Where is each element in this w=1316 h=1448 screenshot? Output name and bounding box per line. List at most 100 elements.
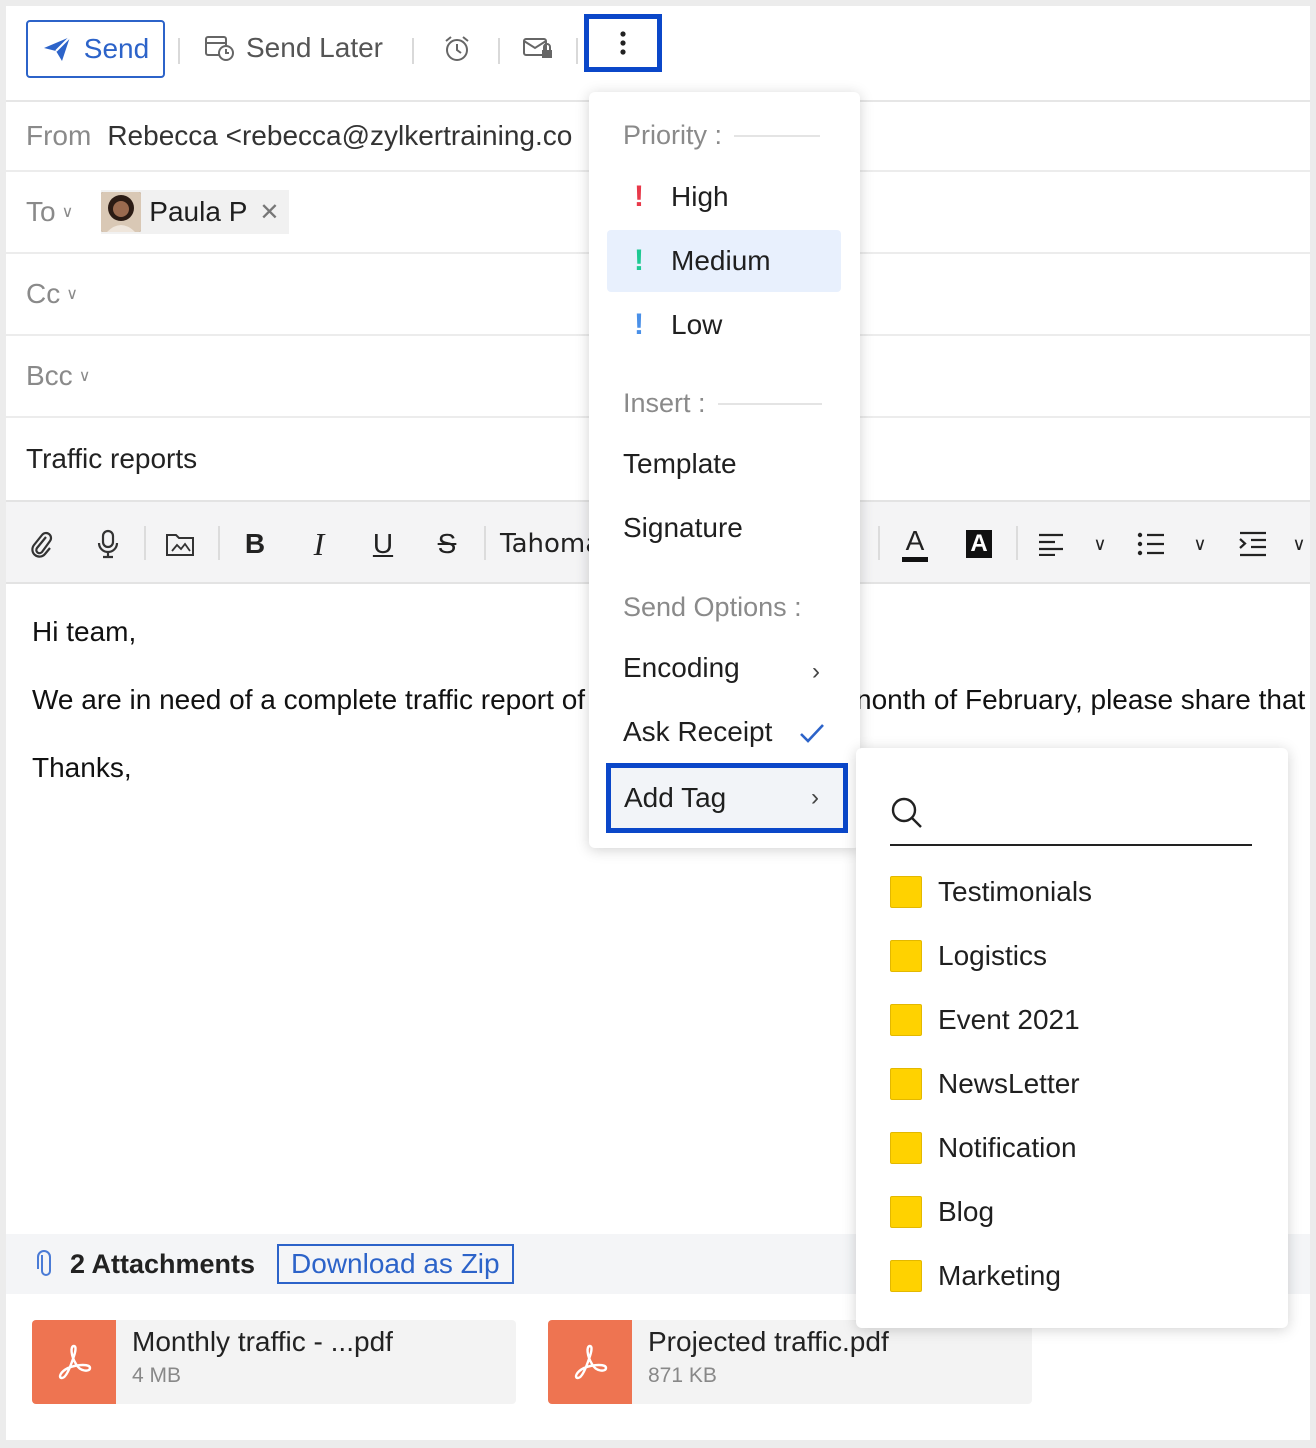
recipient-chip[interactable]: Paula P ✕ [101,190,290,234]
priority-section-header: Priority : [623,120,821,151]
tag-item[interactable]: Testimonials [890,876,1092,908]
add-tag-label: Add Tag [624,782,727,813]
attachment-size: 871 KB [648,1364,717,1387]
tag-item[interactable]: Blog [890,1196,994,1228]
priority-medium-option[interactable]: ! Medium [607,230,841,292]
send-later-button[interactable]: Send Later [204,32,383,64]
from-label: From [26,120,92,151]
tag-item[interactable]: Marketing [890,1260,1061,1292]
body-paragraph-start[interactable]: We are in need of a complete traffic rep… [32,684,585,716]
chevron-down-icon[interactable]: ∨ [1288,524,1310,564]
to-dropdown[interactable]: To ∨ [26,196,73,228]
recipient-name: Paula P [149,196,248,227]
close-icon[interactable]: ✕ [259,198,279,227]
priority-low-option[interactable]: ! Low [607,294,841,356]
tag-color-swatch [890,1132,922,1164]
attachment-size: 4 MB [132,1364,182,1387]
alarm-clock-icon [445,36,469,61]
microphone-icon[interactable] [92,524,124,564]
format-divider [1016,526,1018,560]
avatar [101,192,142,232]
attachment-name: Projected traffic.pdf [648,1326,889,1357]
background-color-icon[interactable]: A [964,524,994,564]
exclamation-icon: ! [634,180,644,213]
envelope-lock-icon [523,38,552,58]
send-options-section-header: Send Options : [623,592,802,623]
tag-item[interactable]: Logistics [890,940,1047,972]
bullet-list-icon[interactable] [1136,524,1166,564]
encoding-label: Encoding [623,652,740,683]
send-button[interactable]: Send [26,20,165,78]
body-signoff[interactable]: Thanks, [32,752,132,784]
send-options-label: Send Options : [623,592,802,622]
format-divider [218,526,220,560]
cc-label: Cc [26,278,61,309]
insert-image-folder-icon[interactable] [164,524,196,564]
bcc-dropdown[interactable]: Bcc ∨ [26,360,90,392]
indent-icon[interactable] [1238,524,1268,564]
align-left-icon[interactable] [1036,524,1066,564]
ask-receipt-label: Ask Receipt [623,716,773,747]
body-greeting[interactable]: Hi team, [32,616,136,648]
signature-menu-item[interactable]: Signature [623,512,743,544]
strikethrough-icon[interactable]: S [432,524,462,564]
tag-search-input[interactable] [890,794,1252,846]
underline-icon[interactable]: U [368,524,398,564]
exclamation-icon: ! [634,308,644,341]
send-label: Send [83,33,150,64]
tag-item[interactable]: NewsLetter [890,1068,1080,1100]
tag-label: NewsLetter [938,1068,1080,1099]
more-options-menu: Priority : ! High ! Medium ! Low Insert … [589,92,860,848]
download-zip-button[interactable]: Download as Zip [277,1244,514,1284]
toolbar-divider [576,38,578,64]
font-family-select[interactable]: Tahoma [500,524,601,564]
tag-color-swatch [890,1068,922,1100]
tag-color-swatch [890,876,922,908]
tag-color-swatch [890,1004,922,1036]
insert-section-header: Insert : [623,388,822,419]
add-tag-menu-item[interactable]: Add Tag › [606,763,848,833]
template-menu-item[interactable]: Template [623,448,737,480]
tag-label: Marketing [938,1260,1061,1291]
vertical-dots-icon [620,31,626,55]
tag-color-swatch [890,1196,922,1228]
tag-color-swatch [890,940,922,972]
tag-item[interactable]: Notification [890,1132,1077,1164]
format-divider [878,526,880,560]
attachment-card[interactable]: Monthly traffic - ...pdf 4 MB [32,1320,516,1404]
more-options-button[interactable] [584,14,662,72]
insert-label: Insert : [623,388,706,418]
secure-mail-button[interactable] [522,36,554,62]
attach-icon[interactable] [26,524,58,564]
cc-dropdown[interactable]: Cc ∨ [26,278,78,310]
send-later-label: Send Later [246,32,383,63]
chevron-down-icon[interactable]: ∨ [1188,524,1212,564]
calendar-clock-icon [205,36,234,61]
attachment-card[interactable]: Projected traffic.pdf 871 KB [548,1320,1032,1404]
reminder-button[interactable] [442,34,472,64]
subject-field[interactable]: Traffic reports [26,443,197,475]
bold-icon[interactable]: B [240,524,270,564]
tag-item[interactable]: Event 2021 [890,1004,1080,1036]
tag-label: Blog [938,1196,995,1227]
toolbar-divider [498,38,500,64]
encoding-menu-item[interactable]: Encoding [623,652,823,684]
toolbar-divider [178,38,180,64]
priority-low-label: Low [671,309,723,340]
body-paragraph-end[interactable]: nonth of February, please share that [856,684,1305,716]
chevron-down-icon: ∨ [61,204,74,221]
priority-high-option[interactable]: ! High [607,166,841,228]
pdf-icon [548,1320,632,1404]
from-address[interactable]: Rebecca <rebecca@zylkertraining.co [107,120,572,152]
priority-label: Priority : [623,120,723,150]
bcc-label: Bcc [26,360,73,391]
chevron-down-icon[interactable]: ∨ [1088,524,1112,564]
italic-icon[interactable]: I [304,524,334,564]
compose-toolbar: Send Send Later [6,6,1310,102]
text-color-icon[interactable]: A [900,524,930,564]
attachment-name: Monthly traffic - ...pdf [132,1326,393,1357]
pdf-icon [32,1320,116,1404]
attachment-count: 2 Attachments [70,1248,256,1279]
tag-color-swatch [890,1260,922,1292]
ask-receipt-menu-item[interactable]: Ask Receipt [623,716,772,748]
